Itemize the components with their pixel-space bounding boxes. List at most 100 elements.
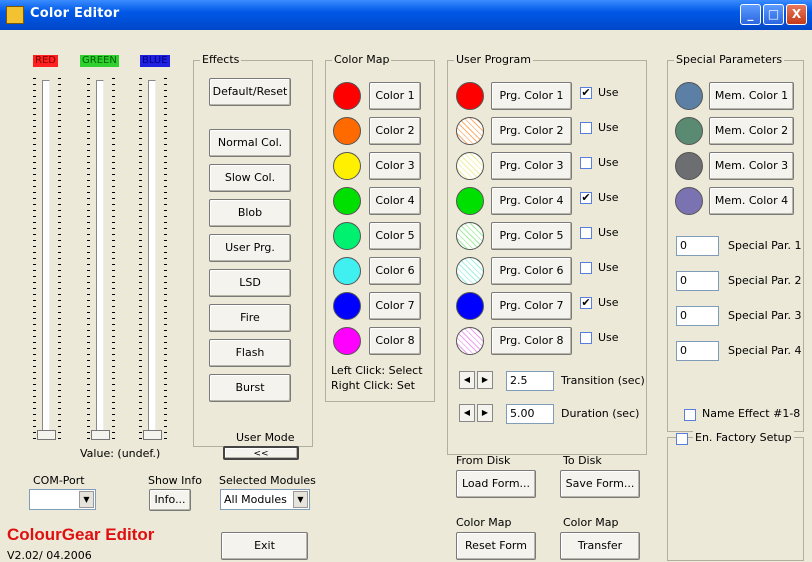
transition-field[interactable]: 2.5 (506, 371, 554, 391)
com-port-select[interactable]: ▼ (29, 489, 96, 510)
color-swatch-4[interactable] (333, 187, 361, 215)
slider-thumb[interactable] (143, 430, 162, 440)
prg-color-button-8[interactable]: Prg. Color 8 (491, 327, 572, 355)
mem-color-button-1[interactable]: Mem. Color 1 (709, 82, 794, 110)
prg-color-button-5[interactable]: Prg. Color 5 (491, 222, 572, 250)
minimize-button[interactable]: _ (740, 4, 761, 25)
burst-button[interactable]: Burst (209, 374, 291, 402)
color-map-button-5[interactable]: Color 5 (369, 222, 421, 250)
factory-setup-label: En. Factory Setup (693, 431, 794, 444)
chevron-down-icon[interactable]: ▼ (79, 491, 94, 508)
color-map-button-8[interactable]: Color 8 (369, 327, 421, 355)
prg-color-swatch-3[interactable] (456, 152, 484, 180)
special-par-label-2: Special Par. 2 (728, 274, 802, 287)
color-swatch-5[interactable] (333, 222, 361, 250)
duration-decrease-button[interactable]: ◀ (459, 404, 475, 422)
slider-ticks (164, 78, 167, 440)
maximize-icon: □ (767, 7, 780, 21)
mem-color-button-2[interactable]: Mem. Color 2 (709, 117, 794, 145)
red-slider[interactable] (33, 78, 61, 440)
blue-label: BLUE (140, 55, 170, 67)
info-button[interactable]: Info... (149, 489, 191, 511)
color-swatch-3[interactable] (333, 152, 361, 180)
use-checkbox-6[interactable] (580, 262, 592, 274)
brand-title: ColourGear Editor (7, 525, 155, 544)
prg-color-swatch-8[interactable] (456, 327, 484, 355)
use-checkbox-2[interactable] (580, 122, 592, 134)
blob-button[interactable]: Blob (209, 199, 291, 227)
use-label: Use (598, 331, 619, 344)
user-mode-button[interactable]: << (223, 446, 299, 460)
duration-field[interactable]: 5.00 (506, 404, 554, 424)
prg-color-swatch-2[interactable] (456, 117, 484, 145)
color-map-button-6[interactable]: Color 6 (369, 257, 421, 285)
default-reset-button[interactable]: Default/Reset (209, 78, 291, 106)
prg-color-button-3[interactable]: Prg. Color 3 (491, 152, 572, 180)
blue-slider[interactable] (139, 78, 167, 440)
special-par-label-4: Special Par. 4 (728, 344, 802, 357)
color-map-button-4[interactable]: Color 4 (369, 187, 421, 215)
color-swatch-6[interactable] (333, 257, 361, 285)
fire-button[interactable]: Fire (209, 304, 291, 332)
green-slider[interactable] (87, 78, 115, 440)
transition-decrease-button[interactable]: ◀ (459, 371, 475, 389)
prg-color-button-2[interactable]: Prg. Color 2 (491, 117, 572, 145)
prg-color-swatch-4[interactable] (456, 187, 484, 215)
transfer-button[interactable]: Transfer (560, 532, 640, 560)
save-form-button[interactable]: Save Form... (560, 470, 640, 498)
slider-thumb[interactable] (37, 430, 56, 440)
prg-color-swatch-7[interactable] (456, 292, 484, 320)
color-map-button-3[interactable]: Color 3 (369, 152, 421, 180)
name-effect-label: Name Effect #1-8 (702, 407, 801, 420)
exit-button[interactable]: Exit (221, 532, 308, 560)
prg-color-swatch-6[interactable] (456, 257, 484, 285)
mem-color-button-4[interactable]: Mem. Color 4 (709, 187, 794, 215)
special-par-field-4[interactable]: 0 (676, 341, 719, 361)
color-swatch-8[interactable] (333, 327, 361, 355)
factory-setup-checkbox[interactable] (676, 433, 688, 445)
prg-color-swatch-5[interactable] (456, 222, 484, 250)
mem-color-swatch-4[interactable] (675, 187, 703, 215)
prg-color-button-4[interactable]: Prg. Color 4 (491, 187, 572, 215)
special-par-field-3[interactable]: 0 (676, 306, 719, 326)
prg-color-button-6[interactable]: Prg. Color 6 (491, 257, 572, 285)
close-button[interactable]: X (786, 4, 807, 25)
color-swatch-1[interactable] (333, 82, 361, 110)
use-checkbox-8[interactable] (580, 332, 592, 344)
special-par-field-2[interactable]: 0 (676, 271, 719, 291)
flash-button[interactable]: Flash (209, 339, 291, 367)
chevron-down-icon[interactable]: ▼ (293, 491, 308, 508)
slow-col-button[interactable]: Slow Col. (209, 164, 291, 192)
name-effect-checkbox[interactable] (684, 409, 696, 421)
use-checkbox-5[interactable] (580, 227, 592, 239)
user-prg-button[interactable]: User Prg. (209, 234, 291, 262)
color-map-button-2[interactable]: Color 2 (369, 117, 421, 145)
color-swatch-7[interactable] (333, 292, 361, 320)
use-checkbox-7[interactable]: ✔ (580, 297, 592, 309)
slider-ticks (87, 78, 90, 440)
special-par-field-1[interactable]: 0 (676, 236, 719, 256)
use-checkbox-1[interactable]: ✔ (580, 87, 592, 99)
transition-increase-button[interactable]: ▶ (477, 371, 493, 389)
mem-color-button-3[interactable]: Mem. Color 3 (709, 152, 794, 180)
maximize-button[interactable]: □ (763, 4, 784, 25)
arrow-left-icon: ◀ (463, 375, 471, 384)
use-checkbox-3[interactable] (580, 157, 592, 169)
reset-form-button[interactable]: Reset Form (456, 532, 536, 560)
mem-color-swatch-2[interactable] (675, 117, 703, 145)
mem-color-swatch-1[interactable] (675, 82, 703, 110)
normal-col-button[interactable]: Normal Col. (209, 129, 291, 157)
mem-color-swatch-3[interactable] (675, 152, 703, 180)
lsd-button[interactable]: LSD (209, 269, 291, 297)
color-map-button-1[interactable]: Color 1 (369, 82, 421, 110)
use-checkbox-4[interactable]: ✔ (580, 192, 592, 204)
color-map-button-7[interactable]: Color 7 (369, 292, 421, 320)
duration-increase-button[interactable]: ▶ (477, 404, 493, 422)
load-form-button[interactable]: Load Form... (456, 470, 536, 498)
prg-color-button-7[interactable]: Prg. Color 7 (491, 292, 572, 320)
prg-color-swatch-1[interactable] (456, 82, 484, 110)
selected-modules-select[interactable]: All Modules ▼ (220, 489, 310, 510)
color-swatch-2[interactable] (333, 117, 361, 145)
prg-color-button-1[interactable]: Prg. Color 1 (491, 82, 572, 110)
slider-thumb[interactable] (91, 430, 110, 440)
